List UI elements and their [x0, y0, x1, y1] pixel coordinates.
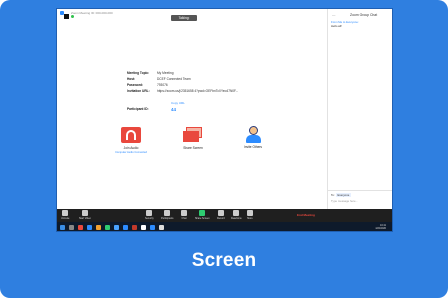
participants-button-label: Participants: [161, 217, 174, 220]
headphones-icon: [121, 127, 141, 143]
app-icon[interactable]: [159, 225, 164, 230]
chat-input[interactable]: Type message here...: [331, 199, 358, 203]
taskbar-clock: 10:41 4/22/2020: [375, 224, 386, 230]
folder-icon[interactable]: [96, 225, 101, 230]
share-button-label: Share Screen: [195, 217, 210, 220]
reactions-button[interactable]: Reactions: [231, 210, 242, 220]
participants-row: Participant ID: 44: [127, 107, 176, 112]
record-button[interactable]: Record: [217, 210, 225, 220]
video-label: Start Video: [79, 217, 91, 220]
audio-status: Computer Audio Connected: [115, 151, 147, 154]
meeting-info: Meeting Topic: My Meeting Host: DCEF Con…: [127, 71, 287, 95]
mute-label: Unmute: [61, 217, 70, 220]
app-icon[interactable]: [78, 225, 83, 230]
participants-label: Participant ID:: [127, 107, 149, 111]
windows-taskbar: 10:41 4/22/2020: [57, 222, 392, 231]
search-icon[interactable]: [69, 225, 74, 230]
participants-button[interactable]: Participants: [161, 210, 174, 220]
invite-url[interactable]: https://zoom.us/j/2351658 4?pwd=OEFbnTcX…: [157, 89, 238, 95]
chat-minimize-button[interactable]: —: [332, 13, 335, 17]
app-icon[interactable]: [123, 225, 128, 230]
invite-others-tile[interactable]: Invite Others: [235, 126, 271, 149]
chat-panel: — Zoom Group Chat From Me to Everyone: H…: [327, 9, 392, 209]
share-button[interactable]: Share Screen: [195, 210, 210, 220]
join-audio-tile[interactable]: Join Audio Computer Audio Connected: [113, 127, 149, 154]
chat-bubble-icon: [181, 210, 187, 216]
copy-url-link[interactable]: Copy URL: [171, 101, 185, 105]
person-icon: [243, 126, 263, 143]
share-screen-label: Share Screen: [183, 146, 203, 150]
chat-recipient: To: Everyone: [331, 193, 352, 197]
app-icon[interactable]: [141, 225, 146, 230]
smiley-icon: [233, 210, 240, 216]
view-toggle-icon[interactable]: [64, 14, 69, 19]
chat-to-label: To:: [331, 193, 335, 197]
people-icon: [164, 210, 171, 216]
share-arrow-icon: [199, 210, 206, 216]
app-icon[interactable]: [105, 225, 110, 230]
meeting-toolbar: Unmute Start Video Security Participants…: [57, 209, 392, 222]
end-meeting-button[interactable]: End Meeting: [297, 213, 315, 217]
share-screen-icon: [183, 127, 203, 143]
chat-title: Zoom Group Chat: [350, 13, 378, 17]
card-caption: Screen: [191, 250, 257, 271]
more-button[interactable]: More: [247, 210, 253, 220]
invite-row: Invitation URL: https://zoom.us/j/235165…: [127, 89, 287, 95]
video-camera-icon: [81, 210, 88, 216]
record-label: Record: [217, 217, 225, 220]
talking-indicator: Talking:: [171, 15, 197, 21]
microphone-icon: [62, 210, 69, 216]
app-icon[interactable]: [114, 225, 119, 230]
video-button[interactable]: Start Video: [79, 210, 91, 220]
windows-start-icon[interactable]: [60, 225, 65, 230]
invite-label: Invitation URL:: [127, 89, 150, 93]
shield-icon: [146, 210, 153, 216]
mute-button[interactable]: Unmute: [61, 210, 69, 220]
participants-value: 44: [171, 107, 177, 112]
chat-recipient-select[interactable]: Everyone: [335, 193, 352, 197]
security-label: Security: [145, 217, 154, 220]
reactions-label: Reactions: [231, 217, 242, 220]
app-icon[interactable]: [132, 225, 137, 230]
app-icon[interactable]: [87, 225, 92, 230]
invite-others-label: Invite Others: [243, 145, 263, 149]
zoom-app-icon[interactable]: [150, 225, 155, 230]
chat-message-text: Hello all!: [331, 24, 342, 28]
clock-date: 4/22/2020: [375, 227, 386, 230]
encryption-status-icon: [71, 15, 74, 18]
meeting-main-area: Zoom Meeting ID: 000-000-000 Talking: Me…: [57, 9, 327, 209]
chat-divider: [328, 190, 392, 191]
share-screen-tile[interactable]: Share Screen: [175, 127, 211, 150]
chat-button[interactable]: Chat: [181, 210, 187, 220]
join-audio-label: Join Audio: [123, 146, 139, 150]
chat-button-label: Chat: [181, 217, 187, 220]
zoom-screenshot: Zoom Meeting ID: 000-000-000 Talking: Me…: [56, 8, 393, 232]
feature-card: Zoom Meeting ID: 000-000-000 Talking: Me…: [0, 0, 448, 298]
record-icon: [217, 210, 224, 216]
more-dots-icon: [247, 210, 253, 216]
more-label: More: [247, 217, 253, 220]
security-button[interactable]: Security: [145, 210, 154, 220]
